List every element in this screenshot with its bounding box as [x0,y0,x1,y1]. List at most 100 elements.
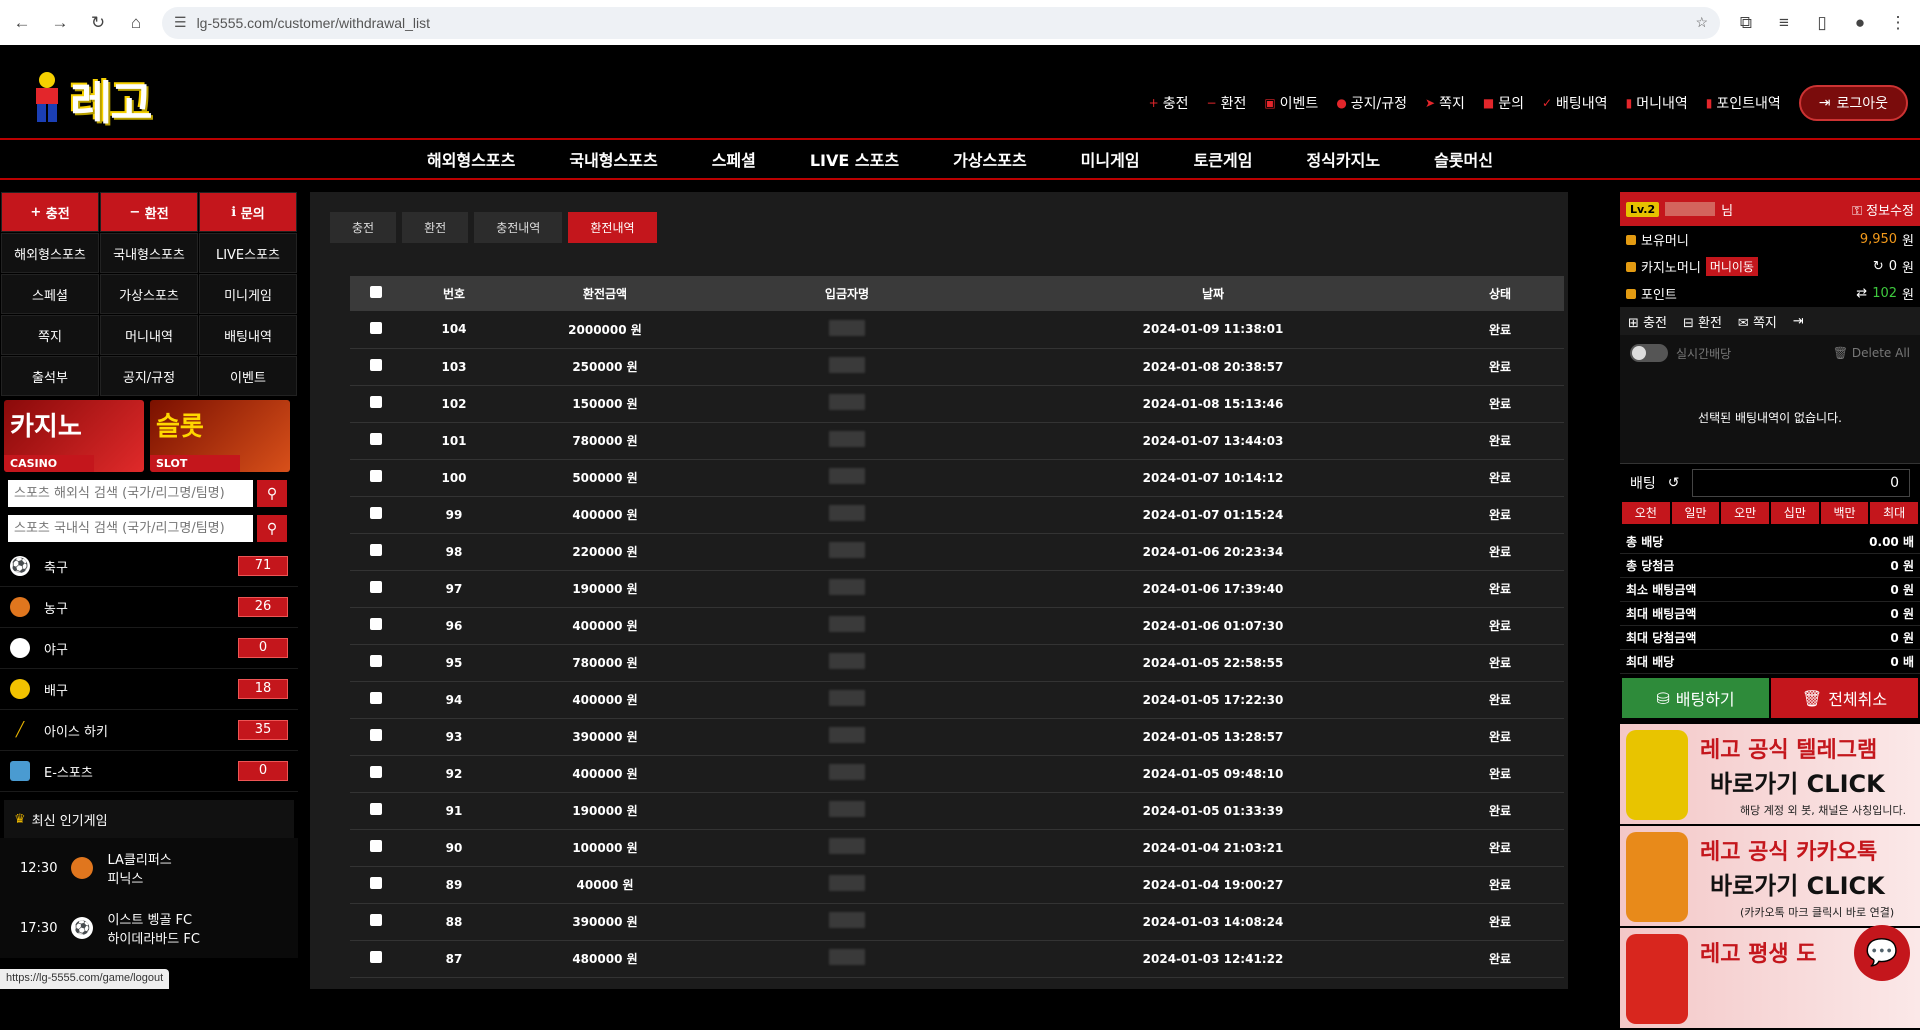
sport-item-icehockey[interactable]: ╱아이스 하키35 [0,710,298,751]
quick-item[interactable]: 스페셜 [1,274,99,314]
sidepanel-icon[interactable]: ▯ [1810,11,1834,35]
casino-banner[interactable]: 카지노 CASINO [4,400,144,472]
edit-profile-link[interactable]: ⚿ 정보수정 [1852,200,1914,219]
mainnav-item[interactable]: 가상스포츠 [926,147,1054,171]
row-checkbox[interactable] [370,692,382,704]
quick-item[interactable]: 미니게임 [199,274,297,314]
address-bar[interactable]: ☰ lg-5555.com/customer/withdrawal_list ☆ [162,7,1720,39]
row-checkbox[interactable] [370,618,382,630]
sport-item-soccer[interactable]: ⚽축구71 [0,546,298,587]
row-checkbox[interactable] [370,433,382,445]
logout-button[interactable]: ⇥로그아웃 [1799,85,1908,121]
game-item[interactable]: 12:30 LA클리퍼스피닉스 [0,838,298,898]
amount-button[interactable]: 오천 [1622,502,1670,524]
mainnav-item[interactable]: 토큰게임 [1167,147,1280,171]
tab-withdraw-history[interactable]: 환전내역 [568,212,656,243]
search-overseas-input[interactable] [8,480,253,507]
place-bet-button[interactable]: ⛁배팅하기 [1622,678,1769,718]
logout-icon[interactable]: ⇥ [1793,314,1804,329]
topnav-notice[interactable]: ●공지/규정 [1336,93,1407,113]
telegram-promo-banner[interactable]: 레고 공식 텔레그램 바로가기 CLICK 해당 계정 외 봇, 채널은 사칭입… [1620,724,1920,824]
topnav-event[interactable]: ▣이벤트 [1264,93,1318,113]
search-domestic-input[interactable] [8,515,253,542]
quick-item[interactable]: 공지/규정 [100,356,198,396]
row-checkbox[interactable] [370,729,382,741]
home-icon[interactable]: ⌂ [124,11,148,35]
topnav-point-history[interactable]: ▮포인트내역 [1706,93,1781,113]
quick-item[interactable]: LIVE스포츠 [199,233,297,273]
mainnav-item[interactable]: 국내형스포츠 [542,147,684,171]
cancel-all-button[interactable]: 🗑전체취소 [1771,678,1918,718]
delete-all-button[interactable]: 🗑 Delete All [1833,346,1910,360]
mainnav-item[interactable]: LIVE 스포츠 [783,147,926,171]
refresh-icon[interactable]: ↻ [1873,259,1884,274]
topnav-money-history[interactable]: ▮머니내역 [1626,93,1688,113]
topnav-withdraw[interactable]: −환전 [1207,93,1247,113]
bet-amount-input[interactable]: 0 [1692,469,1911,497]
game-item[interactable]: 17:30 ⚽ 이스트 벵골 FC하이데라바드 FC [0,898,298,958]
row-checkbox[interactable] [370,803,382,815]
quick-item[interactable]: 가상스포츠 [100,274,198,314]
quick-item[interactable]: 해외형스포츠 [1,233,99,273]
search-icon[interactable]: ⚲ [257,480,287,507]
profile-avatar[interactable]: ● [1848,11,1872,35]
row-checkbox[interactable] [370,581,382,593]
row-checkbox[interactable] [370,914,382,926]
tab-deposit-history[interactable]: 충전내역 [474,212,562,243]
slot-banner[interactable]: 슬롯 SLOT [150,400,290,472]
realtime-toggle[interactable] [1630,344,1668,362]
quick-deposit-button[interactable]: + 충전 [1,192,99,232]
quick-item[interactable]: 국내형스포츠 [100,233,198,273]
sport-item-volleyball[interactable]: 배구18 [0,669,298,710]
amount-button[interactable]: 최대 [1870,502,1918,524]
row-checkbox[interactable] [370,507,382,519]
select-all-checkbox[interactable] [370,286,382,298]
row-checkbox[interactable] [370,322,382,334]
quick-item[interactable]: 머니내역 [100,315,198,355]
mainnav-item[interactable]: 정식카지노 [1279,147,1407,171]
sport-item-esports[interactable]: E-스포츠0 [0,751,298,792]
row-checkbox[interactable] [370,877,382,889]
search-icon[interactable]: ⚲ [257,515,287,542]
row-checkbox[interactable] [370,396,382,408]
amount-button[interactable]: 십만 [1771,502,1819,524]
convert-icon[interactable]: ⇄ [1856,286,1867,301]
media-icon[interactable]: ≡ [1772,11,1796,35]
mainnav-item[interactable]: 해외형스포츠 [400,147,542,171]
quick-item[interactable]: 쪽지 [1,315,99,355]
mainnav-item[interactable]: 슬롯머신 [1407,147,1520,171]
logo[interactable]: 레고 [28,63,178,123]
quick-item[interactable]: 출석부 [1,356,99,396]
topnav-deposit[interactable]: +충전 [1149,93,1189,113]
amount-button[interactable]: 오만 [1721,502,1769,524]
quick-item[interactable]: 배팅내역 [199,315,297,355]
menu-icon[interactable]: ⋮ [1886,11,1910,35]
row-checkbox[interactable] [370,544,382,556]
row-checkbox[interactable] [370,840,382,852]
bookmark-star-icon[interactable]: ☆ [1695,14,1708,31]
money-transfer-button[interactable]: 머니이동 [1706,257,1758,276]
reload-icon[interactable]: ↻ [86,11,110,35]
quick-item[interactable]: 이벤트 [199,356,297,396]
tab-withdraw[interactable]: 환전 [402,212,468,243]
tab-deposit[interactable]: 충전 [330,212,396,243]
quick-withdraw-button[interactable]: − 환전 [100,192,198,232]
forward-icon[interactable]: → [48,11,72,35]
mainnav-item[interactable]: 스페셜 [685,147,783,171]
reset-icon[interactable]: ↺ [1668,475,1680,491]
amount-button[interactable]: 백만 [1821,502,1869,524]
row-checkbox[interactable] [370,359,382,371]
row-checkbox[interactable] [370,655,382,667]
mini-deposit[interactable]: ⊞ 충전 [1628,312,1667,331]
topnav-message[interactable]: ➤쪽지 [1425,93,1465,113]
mini-message[interactable]: ✉ 쪽지 [1738,312,1777,331]
sport-item-basketball[interactable]: 농구26 [0,587,298,628]
topnav-bet-history[interactable]: ✓배팅내역 [1542,93,1608,113]
row-checkbox[interactable] [370,951,382,963]
back-icon[interactable]: ← [10,11,34,35]
sport-item-baseball[interactable]: 야구0 [0,628,298,669]
kakaotalk-promo-banner[interactable]: 레고 공식 카카오톡 바로가기 CLICK (카카오톡 마크 클릭시 바로 연결… [1620,826,1920,926]
topnav-inquiry[interactable]: ■문의 [1483,93,1524,113]
extensions-icon[interactable]: ⧉ [1734,11,1758,35]
site-info-icon[interactable]: ☰ [174,14,187,31]
